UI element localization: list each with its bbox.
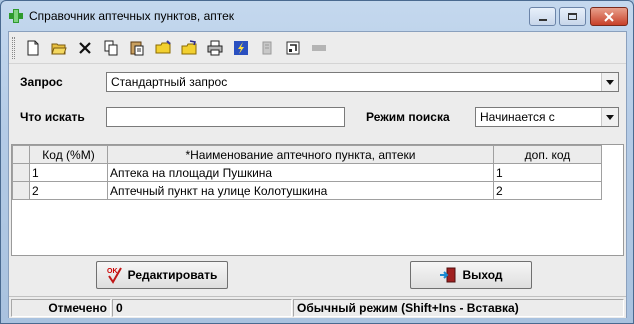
search-mode-value: Начинается с (480, 110, 555, 124)
new-button[interactable] (22, 37, 44, 59)
column-header-code[interactable]: Код (%M) (29, 145, 108, 164)
mode-status: Обычный режим (Shift+Ins - Вставка) (293, 299, 624, 317)
query-select[interactable]: Стандартный запрос (106, 72, 619, 92)
window-title: Справочник аптечных пунктов, аптек (29, 9, 235, 23)
cell-extra[interactable]: 1 (493, 163, 602, 182)
green-cross-app-icon (8, 8, 24, 24)
exit-door-icon (440, 267, 456, 283)
table-row[interactable]: 1 Аптека на площади Пушкина 1 (12, 163, 602, 182)
calc-button[interactable] (282, 37, 304, 59)
close-button[interactable] (590, 7, 628, 26)
svg-text:OK: OK (107, 268, 118, 275)
row-indicator-header (12, 145, 30, 164)
column-header-extra[interactable]: доп. код (493, 145, 602, 164)
folder-button[interactable] (152, 37, 174, 59)
exit-button[interactable]: Выход (410, 261, 532, 289)
cell-extra[interactable]: 2 (493, 181, 602, 200)
minimize-icon (538, 18, 547, 21)
edit-folder-icon (181, 40, 197, 55)
exit-button-label: Выход (462, 268, 503, 282)
disabled-button[interactable] (256, 37, 278, 59)
query-label: Запрос (20, 75, 63, 89)
minus-icon (312, 45, 326, 51)
edit-folder-button[interactable] (178, 37, 200, 59)
grid-header-row: Код (%M) *Наименование аптечного пункта,… (12, 145, 602, 164)
data-grid[interactable]: Код (%M) *Наименование аптечного пункта,… (11, 144, 624, 256)
open-button[interactable] (48, 37, 70, 59)
copy-button[interactable] (100, 37, 122, 59)
open-icon (51, 43, 67, 55)
cell-code[interactable]: 1 (29, 163, 108, 182)
maximize-icon (568, 13, 577, 20)
row-indicator[interactable] (12, 181, 30, 200)
table-row[interactable]: 2 Аптечный пункт на улице Колотушкина 2 (12, 181, 602, 200)
copy-icon (104, 40, 118, 56)
delete-button[interactable] (74, 37, 96, 59)
column-header-name[interactable]: *Наименование аптечного пункта, аптеки (107, 145, 494, 164)
title-bar[interactable]: Справочник аптечных пунктов, аптек (1, 1, 633, 31)
new-icon (27, 40, 39, 56)
row-indicator[interactable] (12, 163, 30, 182)
disabled-icon (262, 41, 272, 55)
toolbar-grip[interactable] (12, 37, 15, 59)
marked-count: 0 (112, 299, 292, 317)
query-value: Стандартный запрос (111, 75, 228, 89)
edit-button-label: Редактировать (127, 268, 218, 282)
client-area: Запрос Стандартный запрос Что искать Реж… (8, 31, 627, 318)
minimize-button[interactable] (529, 7, 556, 26)
close-icon (604, 11, 614, 22)
search-mode-select[interactable]: Начинается с (475, 107, 619, 127)
search-input[interactable] (106, 107, 345, 127)
maximize-button[interactable] (559, 7, 586, 26)
chevron-down-icon[interactable] (601, 108, 618, 126)
ok-check-icon: OK (107, 267, 122, 284)
search-mode-label: Режим поиска (366, 110, 450, 124)
marked-label: Отмечено (11, 299, 111, 317)
lightning-icon (234, 41, 248, 55)
print-icon (207, 40, 223, 56)
search-label: Что искать (20, 110, 85, 124)
toolbar (9, 32, 626, 64)
folder-icon (155, 40, 171, 54)
cell-name[interactable]: Аптечный пункт на улице Колотушкина (107, 181, 494, 200)
main-window: Справочник аптечных пунктов, аптек Запро… (0, 0, 634, 324)
lightning-button[interactable] (230, 37, 252, 59)
cell-code[interactable]: 2 (29, 181, 108, 200)
paste-icon (130, 41, 144, 56)
status-bar: Отмечено 0 Обычный режим (Shift+Ins - Вс… (9, 296, 626, 318)
paste-button[interactable] (126, 37, 148, 59)
calc-icon (286, 41, 300, 55)
delete-icon (79, 42, 91, 54)
minus-button[interactable] (308, 37, 330, 59)
print-button[interactable] (204, 37, 226, 59)
cell-name[interactable]: Аптека на площади Пушкина (107, 163, 494, 182)
chevron-down-icon[interactable] (601, 73, 618, 91)
edit-button[interactable]: OK Редактировать (96, 261, 228, 289)
